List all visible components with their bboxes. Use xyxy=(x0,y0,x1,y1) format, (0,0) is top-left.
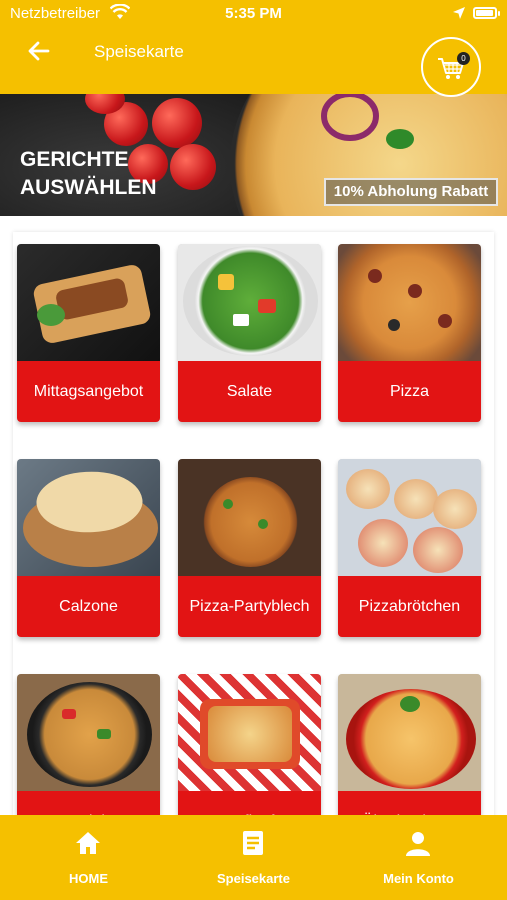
status-bar: Netzbetreiber 5:35 PM xyxy=(0,0,507,28)
tomato-image xyxy=(152,98,202,148)
cart-count-badge: 0 xyxy=(457,52,470,65)
category-tile-mittagsangebot[interactable]: Mittagsangebot xyxy=(17,244,160,422)
category-label: Salate xyxy=(178,361,321,422)
category-tile-pizzabroetchen[interactable]: Pizzabrötchen xyxy=(338,459,481,637)
category-image xyxy=(338,244,481,361)
category-image xyxy=(178,459,321,576)
tab-bar: HOME Speisekarte Mein Konto xyxy=(0,815,507,900)
category-tile-nudeln[interactable]: Nudeln xyxy=(17,674,160,815)
shopping-cart-icon xyxy=(438,58,464,79)
promo-badge: 10% Abholung Rabatt xyxy=(324,178,498,206)
category-label: Auflauf xyxy=(178,791,321,815)
battery-icon xyxy=(473,7,500,19)
menu-list-icon xyxy=(243,831,263,855)
category-image xyxy=(178,244,321,361)
back-button[interactable] xyxy=(26,38,56,66)
category-label: Nudeln xyxy=(17,791,160,815)
category-tile-calzone[interactable]: Calzone xyxy=(17,459,160,637)
category-image xyxy=(17,244,160,361)
status-time: 5:35 PM xyxy=(225,5,282,22)
category-image xyxy=(338,674,481,791)
category-label: Pizza-Partyblech xyxy=(178,576,321,637)
category-label: Pizzabrötchen xyxy=(338,576,481,637)
category-image xyxy=(17,674,160,791)
category-label: Calzone xyxy=(17,576,160,637)
category-image xyxy=(17,459,160,576)
tab-mein-konto[interactable]: Mein Konto xyxy=(334,815,503,900)
location-arrow-icon xyxy=(452,6,466,24)
tab-label: HOME xyxy=(69,871,108,886)
cart-button[interactable]: 0 xyxy=(421,37,481,97)
category-label: Mittagsangebot xyxy=(17,361,160,422)
category-tile-pizza[interactable]: Pizza xyxy=(338,244,481,422)
category-tile-auflauf[interactable]: Auflauf xyxy=(178,674,321,815)
onion-ring-image xyxy=(321,94,414,149)
category-label: Überbackene xyxy=(338,791,481,815)
category-grid: Mittagsangebot Salate Pizza Calzone Pizz… xyxy=(0,216,507,815)
category-image xyxy=(178,674,321,791)
category-label: Pizza xyxy=(338,361,481,422)
user-icon xyxy=(406,832,430,856)
tab-label: Mein Konto xyxy=(383,871,454,886)
tab-speisekarte[interactable]: Speisekarte xyxy=(169,815,338,900)
category-tile-pizza-partyblech[interactable]: Pizza-Partyblech xyxy=(178,459,321,637)
page-title: Speisekarte xyxy=(94,42,184,61)
tab-label: Speisekarte xyxy=(217,871,290,886)
category-image xyxy=(338,459,481,576)
category-tile-ueberbackene[interactable]: Überbackene xyxy=(338,674,481,815)
arrow-left-icon xyxy=(28,41,50,61)
tab-home[interactable]: HOME xyxy=(4,815,173,900)
category-tile-salate[interactable]: Salate xyxy=(178,244,321,422)
promo-banner: GERICHTE AUSWÄHLEN 10% Abholung Rabatt xyxy=(0,94,507,216)
home-icon xyxy=(76,832,100,854)
banner-heading: GERICHTE AUSWÄHLEN xyxy=(20,148,157,199)
